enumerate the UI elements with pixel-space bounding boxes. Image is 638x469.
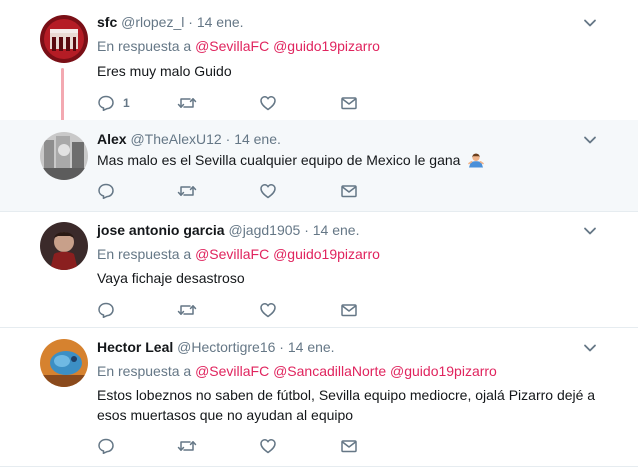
tweet-text: Estos lobeznos no saben de fútbol, Sevil… xyxy=(97,385,607,425)
avatar-image xyxy=(40,15,88,63)
reply-prefix: En respuesta a xyxy=(97,38,192,54)
envelope-icon xyxy=(341,440,357,453)
avatar-alex[interactable] xyxy=(40,132,88,180)
mention-link[interactable]: @guido19pizarro xyxy=(273,246,380,262)
tweet-header: sfc @rlopez_l · 14 ene. xyxy=(97,14,244,30)
tweet-actions xyxy=(97,181,367,201)
user-name[interactable]: sfc xyxy=(97,14,117,30)
reply-button[interactable] xyxy=(97,300,115,320)
reply-prefix: En respuesta a xyxy=(97,246,192,262)
tweet-actions xyxy=(97,436,367,456)
avatar-image xyxy=(40,132,88,180)
chevron-down-icon[interactable] xyxy=(583,341,597,355)
user-name[interactable]: Alex xyxy=(97,131,127,147)
mention-link[interactable]: @SevillaFC xyxy=(195,38,269,54)
person-shrugging-emoji xyxy=(468,152,485,173)
reply-prefix: En respuesta a xyxy=(97,363,192,379)
timestamp[interactable]: 14 ene. xyxy=(197,14,244,30)
avatar-image xyxy=(40,339,88,387)
mention-link[interactable]: @guido19pizarro xyxy=(390,363,497,379)
tweet-text-body: Mas malo es el Sevilla cualquier equipo … xyxy=(97,152,461,168)
retweet-icon xyxy=(177,441,197,451)
reply-icon xyxy=(98,438,114,455)
chevron-down-icon[interactable] xyxy=(583,133,597,147)
tweet-text: Mas malo es el Sevilla cualquier equipo … xyxy=(97,150,607,173)
tweet-text-line: Estos lobeznos no saben de fútbol, Sevil… xyxy=(97,387,596,403)
direct-message-button[interactable] xyxy=(340,436,358,456)
heart-icon xyxy=(260,184,276,199)
like-button[interactable] xyxy=(259,436,277,456)
direct-message-button[interactable] xyxy=(340,93,358,113)
tweet-header: Hector Leal @Hectortigre16 · 14 ene. xyxy=(97,339,335,355)
heart-icon xyxy=(260,439,276,454)
retweet-icon xyxy=(177,186,197,196)
like-button[interactable] xyxy=(259,300,277,320)
tweet-text: Vaya fichaje desastroso xyxy=(97,270,245,286)
timestamp[interactable]: 14 ene. xyxy=(234,131,281,147)
retweet-icon xyxy=(177,305,197,315)
separator-dot: · xyxy=(225,131,231,147)
reply-icon xyxy=(98,183,114,200)
like-button[interactable] xyxy=(259,93,277,113)
tweet-header: Alex @TheAlexU12 · 14 ene. xyxy=(97,131,281,147)
reply-button[interactable] xyxy=(97,436,115,456)
avatar-jose[interactable] xyxy=(40,222,88,270)
thread-line xyxy=(61,68,64,124)
avatar-image xyxy=(40,222,88,270)
timestamp[interactable]: 14 ene. xyxy=(288,339,335,355)
reply-context: En respuesta a @SevillaFC @SancadillaNor… xyxy=(97,363,497,379)
tweet-hector[interactable]: Hector Leal @Hectortigre16 · 14 ene. En … xyxy=(0,328,638,469)
reply-context: En respuesta a @SevillaFC @guido19pizarr… xyxy=(97,38,380,54)
retweet-icon xyxy=(177,98,197,108)
tweet-sfc[interactable]: sfc @rlopez_l · 14 ene. En respuesta a @… xyxy=(0,0,638,124)
avatar-hector[interactable] xyxy=(40,339,88,387)
mention-link[interactable]: @SancadillaNorte xyxy=(273,363,386,379)
mention-link[interactable]: @guido19pizarro xyxy=(273,38,380,54)
tweet-text-line: esos muertasos que no ayudan al equipo xyxy=(97,407,354,423)
user-handle[interactable]: @Hectortigre16 xyxy=(177,339,275,355)
mention-link[interactable]: @SevillaFC xyxy=(195,363,269,379)
user-handle[interactable]: @rlopez_l xyxy=(121,14,184,30)
separator-dot: · xyxy=(304,222,309,238)
tweet-actions: 1 xyxy=(97,93,367,113)
avatar-sfc[interactable] xyxy=(40,15,88,63)
tweet-alex[interactable]: Alex @TheAlexU12 · 14 ene. Mas malo es e… xyxy=(0,120,638,211)
retweet-button[interactable] xyxy=(177,181,197,201)
separator-dot: · xyxy=(279,339,284,355)
retweet-button[interactable] xyxy=(177,300,197,320)
reply-context: En respuesta a @SevillaFC @guido19pizarr… xyxy=(97,246,380,262)
user-name[interactable]: Hector Leal xyxy=(97,339,173,355)
reply-button[interactable] xyxy=(97,181,115,201)
reply-count: 1 xyxy=(123,96,130,110)
reply-button[interactable]: 1 xyxy=(97,93,130,113)
heart-icon xyxy=(260,96,276,111)
tweet-header: jose antonio garcia @jagd1905 · 14 ene. xyxy=(97,222,359,238)
chevron-down-icon[interactable] xyxy=(583,16,597,30)
tweet-actions xyxy=(97,300,367,320)
tweet-jose[interactable]: jose antonio garcia @jagd1905 · 14 ene. … xyxy=(0,212,638,327)
user-handle[interactable]: @jagd1905 xyxy=(228,222,300,238)
envelope-icon xyxy=(341,304,357,317)
reply-icon xyxy=(98,95,114,112)
retweet-button[interactable] xyxy=(177,436,197,456)
user-handle[interactable]: @TheAlexU12 xyxy=(130,131,221,147)
tweet-text: Eres muy malo Guido xyxy=(97,63,232,79)
envelope-icon xyxy=(341,97,357,110)
mention-link[interactable]: @SevillaFC xyxy=(195,246,269,262)
separator-dot: · xyxy=(188,14,193,30)
timestamp[interactable]: 14 ene. xyxy=(313,222,360,238)
direct-message-button[interactable] xyxy=(340,181,358,201)
direct-message-button[interactable] xyxy=(340,300,358,320)
user-name[interactable]: jose antonio garcia xyxy=(97,222,225,238)
retweet-button[interactable] xyxy=(177,93,197,113)
divider xyxy=(0,466,638,467)
like-button[interactable] xyxy=(259,181,277,201)
envelope-icon xyxy=(341,185,357,198)
chevron-down-icon[interactable] xyxy=(583,224,597,238)
heart-icon xyxy=(260,303,276,318)
reply-icon xyxy=(98,302,114,319)
